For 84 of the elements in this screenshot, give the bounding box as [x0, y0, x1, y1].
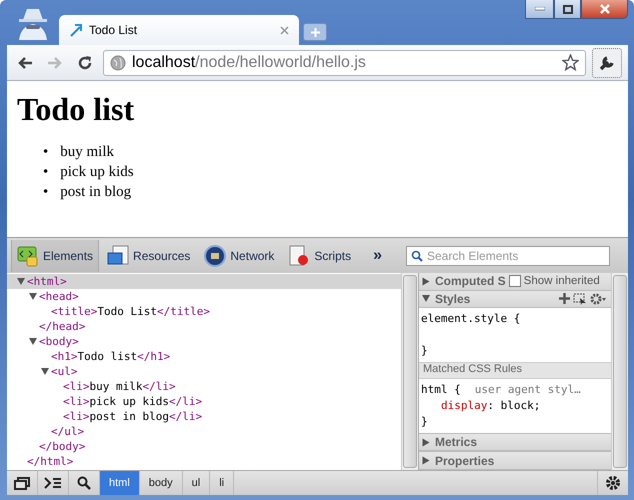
markup-text[interactable]: <body>: [39, 335, 79, 348]
markup-text[interactable]: <head>: [39, 290, 79, 303]
search-icon: [77, 476, 91, 490]
code-brackets-icon: [17, 244, 39, 266]
close-icon[interactable]: [280, 26, 289, 34]
back-arrow-icon: [17, 56, 33, 70]
rule-source: user agent styl…: [474, 382, 581, 398]
breadcrumb[interactable]: ul: [182, 471, 210, 495]
panel-tab[interactable]: Resources: [101, 240, 196, 272]
markup-text[interactable]: <ul>: [51, 365, 78, 378]
close-icon: [598, 4, 610, 14]
markup-text[interactable]: <html>: [27, 275, 67, 288]
element-picker-icon[interactable]: [573, 292, 587, 305]
css-rule-text: }: [421, 414, 429, 430]
panel-tab[interactable]: Network: [198, 240, 280, 272]
bullet: •: [43, 183, 48, 201]
bullet: •: [43, 143, 48, 161]
close-button[interactable]: [581, 0, 628, 19]
list-item-text: pick up kids: [60, 163, 134, 181]
more-panels[interactable]: »: [373, 246, 382, 264]
maximize-icon: [562, 4, 572, 14]
breadcrumb[interactable]: body: [140, 471, 183, 495]
star-icon[interactable]: [562, 54, 579, 71]
markup-text[interactable]: <title>Todo List</title>: [51, 305, 210, 318]
breadcrumb[interactable]: html: [100, 471, 140, 495]
scrollbar[interactable]: [401, 273, 418, 470]
list-item-text: buy milk: [60, 143, 114, 161]
section-title: Computed S: [435, 274, 506, 288]
markup-text[interactable]: <h1>Todo list</h1>: [51, 350, 170, 363]
bullet: •: [43, 163, 48, 181]
wrench-icon: [598, 54, 616, 72]
plus-icon[interactable]: [559, 293, 570, 304]
url-text: localhost/node/helloworld/hello.js: [132, 54, 367, 72]
documents-icon: [107, 244, 130, 266]
markup-text[interactable]: </head>: [39, 320, 86, 333]
markup-text[interactable]: <li>buy milk</li>: [63, 380, 176, 393]
checkbox[interactable]: [508, 275, 521, 288]
address-bar[interactable]: localhost/node/helloworld/hello.js: [103, 50, 586, 76]
disclosure-triangle-icon[interactable]: [422, 295, 430, 302]
markup-text[interactable]: </html>: [27, 455, 74, 468]
disclosure-triangle-icon[interactable]: [29, 338, 37, 345]
disclosure-triangle-icon[interactable]: [41, 368, 49, 375]
markup-text[interactable]: <li>post in blog</li>: [63, 410, 202, 423]
section-title: Styles: [435, 292, 472, 306]
search-icon: [411, 250, 423, 262]
browser-tab[interactable]: Todo List: [59, 15, 299, 45]
wrench-button[interactable]: [592, 48, 622, 78]
settings-icon[interactable]: [590, 292, 608, 305]
search-field[interactable]: Search Elements: [406, 246, 610, 266]
section-title: Metrics: [435, 435, 478, 450]
checkbox-label: Show inherited: [524, 275, 600, 288]
css-rule-text: }: [421, 343, 429, 360]
css-selector: html {: [421, 382, 461, 398]
markup-text[interactable]: <li>pick up kids</li>: [63, 395, 202, 408]
console-icon: [44, 477, 62, 489]
plus-icon: [310, 28, 320, 36]
section-header[interactable]: Metrics: [419, 432, 611, 452]
markup-text[interactable]: </body>: [39, 440, 86, 453]
scrollbar[interactable]: [611, 273, 628, 470]
markup-text[interactable]: </ul>: [51, 425, 84, 438]
windows-icon: [14, 476, 30, 490]
forward-arrow-icon: [47, 56, 63, 70]
list-item-text: post in blog: [60, 183, 132, 201]
disclosure-triangle-icon[interactable]: [17, 278, 25, 285]
section-header[interactable]: Properties: [419, 451, 611, 470]
section-header[interactable]: Styles: [419, 290, 611, 308]
tab-title: Todo List: [89, 23, 138, 37]
panel-tab[interactable]: Elements: [11, 240, 100, 272]
maximize-button[interactable]: [554, 0, 581, 19]
breadcrumb[interactable]: li: [210, 471, 234, 495]
subsection-title: Matched CSS Rules: [419, 362, 611, 379]
selected-row-highlight[interactable]: <html>: [7, 274, 401, 289]
disclosure-triangle-icon[interactable]: [29, 293, 37, 300]
minimize-button[interactable]: [525, 0, 554, 19]
reload-icon: [77, 54, 93, 70]
minimize-icon: [534, 7, 544, 11]
css-rule-text: element.style {: [421, 311, 522, 328]
page-heading: Todo list: [17, 91, 136, 128]
panel-tab[interactable]: Scripts: [282, 240, 358, 272]
section-title: Properties: [435, 454, 494, 468]
new-tab-button[interactable]: [303, 23, 327, 41]
settings-icon: [605, 475, 621, 491]
css-property: display: block;: [440, 398, 542, 414]
section-header[interactable]: Computed S Show inherited: [419, 273, 611, 291]
